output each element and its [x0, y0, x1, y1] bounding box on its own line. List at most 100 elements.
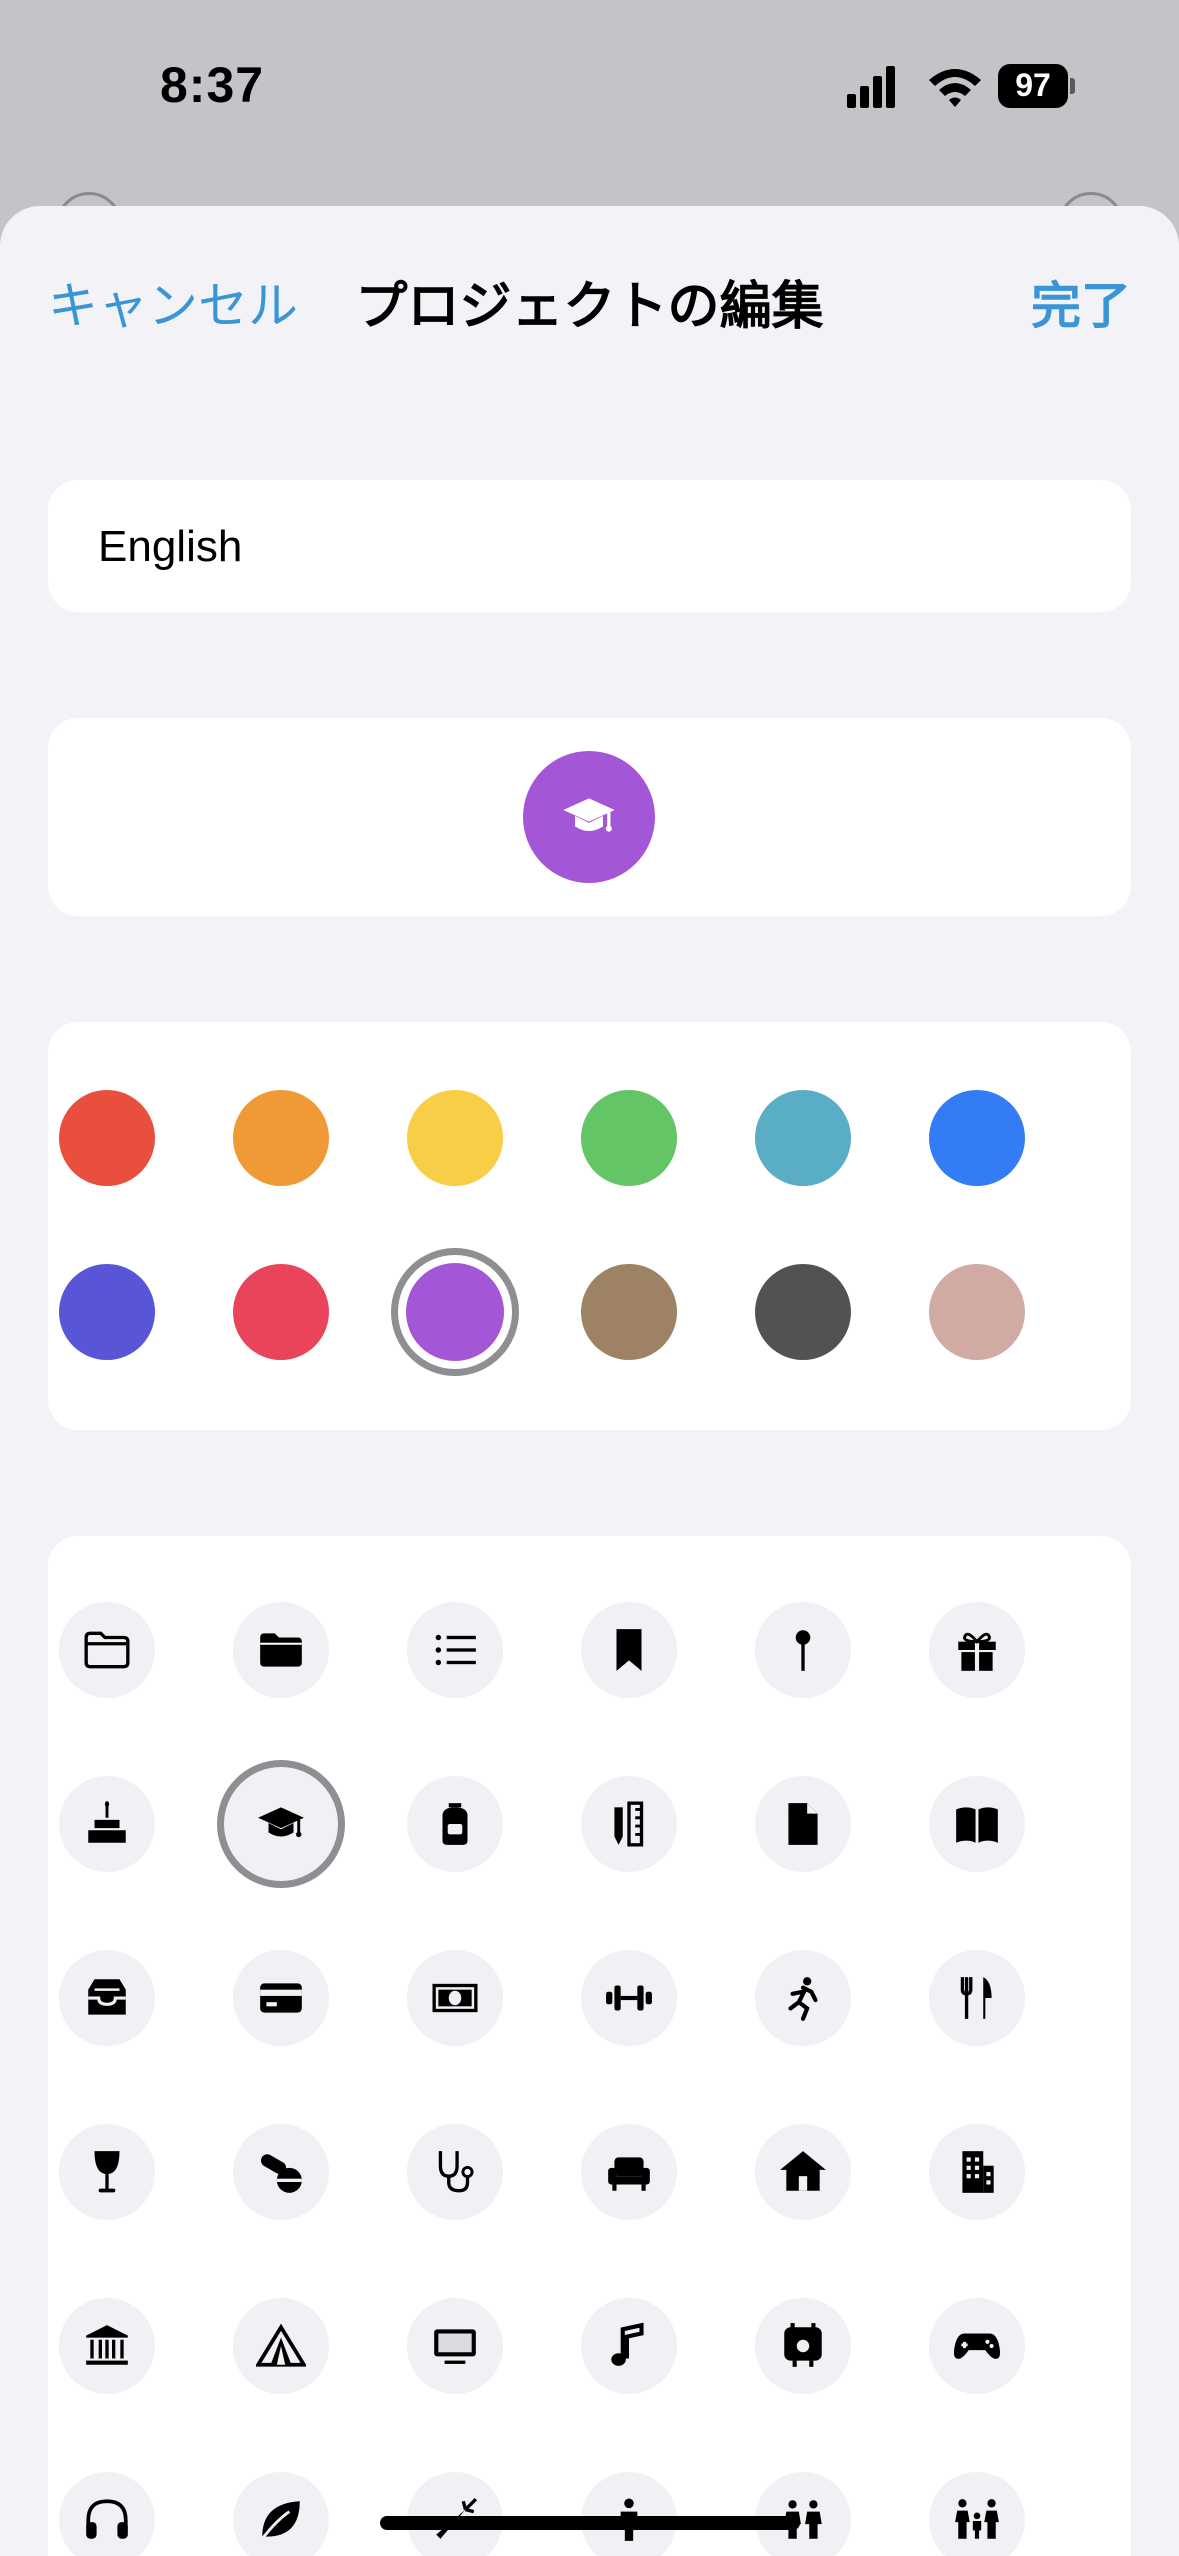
icon-option[interactable]: [755, 2124, 851, 2220]
color-dot: [929, 1264, 1025, 1360]
color-picker-card: [48, 1022, 1131, 1430]
color-dot: [233, 1090, 329, 1186]
icon-option[interactable]: [929, 1776, 1025, 1872]
icon-option[interactable]: [59, 2472, 155, 2556]
icon-option[interactable]: [59, 2298, 155, 2394]
home-indicator: [380, 2516, 800, 2530]
color-dot: [755, 1090, 851, 1186]
tent-icon: [256, 2323, 306, 2367]
icon-option[interactable]: [929, 2472, 1025, 2556]
bank-icon: [86, 2325, 128, 2365]
color-dot: [929, 1090, 1025, 1186]
color-dot: [581, 1090, 677, 1186]
icon-option[interactable]: [581, 1602, 677, 1698]
list-icon: [435, 1634, 476, 1666]
icon-option[interactable]: [929, 1602, 1025, 1698]
icon-option[interactable]: [217, 1760, 345, 1888]
monitor-icon: [434, 2329, 476, 2364]
color-swatch[interactable]: [59, 1264, 155, 1360]
icon-option[interactable]: [59, 1950, 155, 2046]
color-dot: [581, 1264, 677, 1360]
fork-knife-icon: [960, 1977, 992, 2019]
birthday-cake-icon: [88, 1801, 126, 1843]
icon-option[interactable]: [755, 1602, 851, 1698]
cellular-signal-icon: [847, 66, 895, 108]
icon-option[interactable]: [233, 1950, 329, 2046]
icon-option[interactable]: [581, 1776, 677, 1872]
done-button[interactable]: 完了: [1031, 266, 1131, 338]
icon-option[interactable]: [581, 2298, 677, 2394]
color-swatch[interactable]: [59, 1090, 155, 1186]
headphones-icon: [86, 2499, 128, 2539]
tray-icon: [88, 1979, 126, 2015]
graduation-cap-icon: [563, 798, 615, 832]
book-icon: [956, 1807, 998, 1843]
dumbbell-icon: [606, 1985, 652, 2011]
icon-option[interactable]: [233, 2298, 329, 2394]
project-icon-preview: [523, 751, 655, 883]
color-swatch[interactable]: [407, 1090, 503, 1186]
cancel-button[interactable]: キャンセル: [48, 266, 298, 338]
document-icon: [788, 1803, 818, 1845]
icon-option[interactable]: [581, 2124, 677, 2220]
armchair-icon: [608, 2157, 650, 2191]
color-swatch[interactable]: [755, 1090, 851, 1186]
color-swatch[interactable]: [233, 1264, 329, 1360]
color-swatch[interactable]: [755, 1264, 851, 1360]
icon-option[interactable]: [233, 2472, 329, 2556]
wifi-icon: [929, 69, 981, 107]
edit-project-sheet: プロジェクトの編集 キャンセル 完了: [0, 206, 1179, 2556]
icon-option[interactable]: [755, 2472, 851, 2556]
status-time: 8:37: [160, 57, 265, 113]
icon-option[interactable]: [407, 2472, 503, 2556]
color-swatch[interactable]: [929, 1090, 1025, 1186]
icon-option[interactable]: [233, 2124, 329, 2220]
color-dot: [406, 1263, 504, 1361]
project-name-input[interactable]: [96, 480, 1080, 614]
color-dot: [233, 1264, 329, 1360]
icon-option[interactable]: [59, 1776, 155, 1872]
icon-option[interactable]: [59, 1602, 155, 1698]
icon-option[interactable]: [755, 1950, 851, 2046]
icon-option[interactable]: [581, 2472, 677, 2556]
color-dot: [407, 1090, 503, 1186]
icon-option[interactable]: [929, 1950, 1025, 2046]
running-figure-icon: [788, 1977, 818, 2021]
icon-option[interactable]: [407, 2124, 503, 2220]
family-icon: [955, 2499, 999, 2539]
icon-option[interactable]: [929, 2298, 1025, 2394]
icon-option[interactable]: [407, 1602, 503, 1698]
color-swatch[interactable]: [929, 1264, 1025, 1360]
icon-option[interactable]: [581, 1950, 677, 2046]
color-swatch[interactable]: [391, 1248, 519, 1376]
color-swatch[interactable]: [233, 1090, 329, 1186]
folder-filled-icon: [260, 1633, 302, 1667]
leaf-icon: [261, 2501, 300, 2540]
gamecontroller-icon: [953, 2333, 1001, 2359]
navigation-bar: プロジェクトの編集 キャンセル 完了: [0, 206, 1179, 376]
icon-option[interactable]: [755, 1776, 851, 1872]
pills-icon: [261, 2154, 302, 2193]
icon-option[interactable]: [407, 2298, 503, 2394]
wine-glass-icon: [94, 2151, 120, 2193]
icon-option[interactable]: [407, 1776, 503, 1872]
icon-option[interactable]: [59, 2124, 155, 2220]
status-bar: 8:37 97: [0, 0, 1179, 258]
icon-preview-card: [48, 718, 1131, 916]
color-dot: [59, 1264, 155, 1360]
backpack-icon: [442, 1803, 468, 1845]
color-dot: [755, 1264, 851, 1360]
icon-option[interactable]: [755, 2298, 851, 2394]
building-icon: [962, 2151, 994, 2193]
music-note-icon: [611, 2322, 644, 2366]
color-swatch[interactable]: [581, 1264, 677, 1360]
pencil-ruler-icon: [614, 1801, 644, 1847]
icon-picker-card: [48, 1536, 1131, 2556]
icon-option[interactable]: [233, 1602, 329, 1698]
color-swatch[interactable]: [581, 1090, 677, 1186]
icon-option[interactable]: [407, 1950, 503, 2046]
gift-icon: [958, 1632, 996, 1671]
project-name-card: [48, 480, 1131, 614]
battery-indicator: 97: [998, 64, 1076, 108]
icon-option[interactable]: [929, 2124, 1025, 2220]
